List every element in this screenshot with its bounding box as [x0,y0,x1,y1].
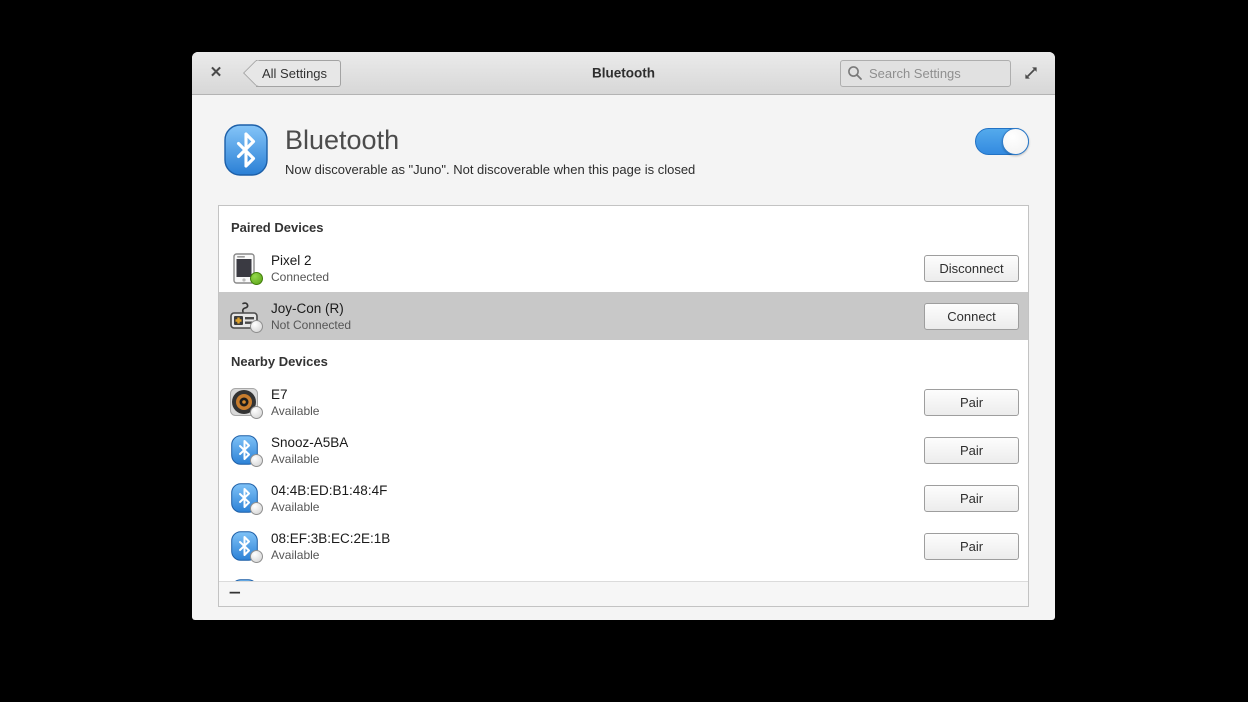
device-name: 04:4B:ED:B1:48:4F [271,482,387,499]
device-status: Not Connected [271,318,351,332]
window-footer [192,607,1055,620]
pair-button[interactable]: Pair [924,485,1019,512]
device-status: Available [271,548,390,562]
device-name: Snooz-A5BA [271,434,348,451]
toggle-knob [1002,128,1029,155]
discoverable-status-text: Now discoverable as "Juno". Not discover… [285,162,695,177]
search-icon [847,65,863,81]
search-settings-input[interactable] [840,60,1011,87]
connect-button[interactable]: Connect [924,303,1019,330]
device-icon [228,530,260,562]
pair-button[interactable]: Pair [924,533,1019,560]
all-settings-back-button[interactable]: All Settings [256,60,341,87]
device-status-dot-icon [250,550,263,563]
device-status: Available [271,404,319,418]
device-row[interactable]: 08:EF:3B:EC:2E:1B Available Pair [219,522,1028,570]
device-status-dot-icon [250,320,263,333]
device-icon [228,386,260,418]
device-row[interactable]: E7 Available Pair [219,378,1028,426]
device-status-dot-icon [250,454,263,467]
device-row[interactable]: Snooz-A5BA Available Pair [219,426,1028,474]
device-row[interactable]: 16:4A:60:76:50:52 Available Pair [219,570,1028,581]
list-action-toolbar: − [219,581,1028,606]
device-list[interactable]: Paired Devices Pixel 2 Connected Disconn… [219,206,1028,581]
back-button-label: All Settings [262,66,327,81]
pair-button[interactable]: Pair [924,389,1019,416]
disconnect-button[interactable]: Disconnect [924,255,1019,282]
bluetooth-app-icon [224,124,268,176]
device-name: Joy-Con (R) [271,300,351,317]
device-row[interactable]: 04:4B:ED:B1:48:4F Available Pair [219,474,1028,522]
window-title: Bluetooth [592,66,655,81]
device-status-dot-icon [250,272,263,285]
device-name: Pixel 2 [271,252,329,269]
device-name: 08:EF:3B:EC:2E:1B [271,530,390,547]
remove-device-button[interactable]: − [222,584,248,604]
device-status: Available [271,452,348,466]
device-name: E7 [271,386,319,403]
maximize-icon [1022,64,1040,82]
section-header: Paired Devices [219,206,1028,244]
device-list-panel: Paired Devices Pixel 2 Connected Disconn… [218,205,1029,607]
page-header: Bluetooth Now discoverable as "Juno". No… [192,95,1055,205]
bluetooth-device-icon [231,579,258,581]
pair-button[interactable]: Pair [924,437,1019,464]
device-status: Available [271,500,387,514]
device-icon [228,434,260,466]
section-header: Nearby Devices [219,340,1028,378]
maximize-button[interactable] [1020,62,1042,84]
page-title: Bluetooth [285,124,695,156]
close-button[interactable]: ✕ [205,62,227,84]
bluetooth-toggle[interactable] [975,128,1029,155]
device-status-dot-icon [250,406,263,419]
device-row[interactable]: Joy-Con (R) Not Connected Connect [219,292,1028,340]
device-icon [228,252,260,284]
titlebar: ✕ All Settings Bluetooth [192,52,1055,95]
device-icon [228,482,260,514]
device-status: Connected [271,270,329,284]
device-icon [228,578,260,581]
bluetooth-settings-window: ✕ All Settings Bluetooth [192,52,1055,620]
device-row[interactable]: Pixel 2 Connected Disconnect [219,244,1028,292]
device-icon [228,300,260,332]
device-status-dot-icon [250,502,263,515]
